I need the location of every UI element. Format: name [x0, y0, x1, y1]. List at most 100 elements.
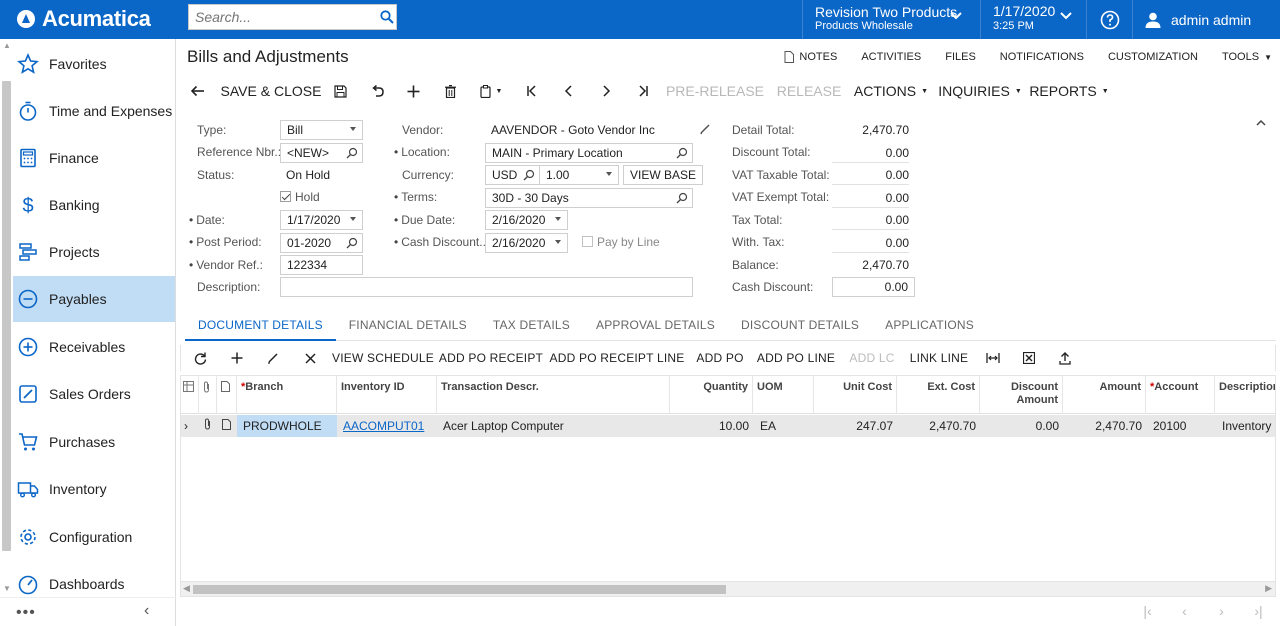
cell-amount[interactable]: 2,470.70	[1063, 415, 1146, 437]
pay-by-line-checkbox[interactable]: Pay by Line	[582, 232, 660, 252]
tab-financial-details[interactable]: FINANCIAL DETAILS	[336, 313, 480, 341]
cell-uom[interactable]: EA	[753, 415, 814, 437]
column-header-account[interactable]: *Account	[1146, 376, 1215, 414]
pager-first-icon[interactable]: |‹	[1140, 603, 1155, 619]
scroll-right-icon[interactable]: ▶	[1265, 583, 1272, 594]
back-button[interactable]	[176, 77, 220, 105]
link-line-button[interactable]: LINK LINE	[903, 345, 975, 371]
add-button[interactable]	[395, 77, 432, 105]
checkbox-unchecked[interactable]	[582, 236, 593, 247]
column-header-uom[interactable]: UOM	[753, 376, 814, 414]
scroll-up-icon[interactable]: ▲	[3, 41, 11, 50]
column-header-quantity[interactable]: Quantity	[670, 376, 753, 414]
first-record-button[interactable]	[513, 77, 550, 105]
search-icon[interactable]	[523, 169, 535, 181]
add-po-line-button[interactable]: ADD PO LINE	[751, 345, 841, 371]
activities-link[interactable]: ACTIVITIES	[861, 51, 921, 63]
date-field[interactable]: 1/17/2020	[280, 210, 363, 230]
add-po-receipt-button[interactable]: ADD PO RECEIPT	[437, 345, 545, 371]
user-menu[interactable]: admin admin	[1133, 0, 1280, 39]
save-close-button[interactable]: SAVE & CLOSE	[220, 77, 322, 105]
table-row[interactable]: › PRODWHOLE AACOMPUT01 Acer Laptop Compu…	[181, 415, 1275, 437]
sidebar-item-receivables[interactable]: Receivables	[13, 324, 175, 370]
sidebar-item-configuration[interactable]: Configuration	[13, 514, 175, 560]
add-lc-button[interactable]: ADD LC	[841, 345, 903, 371]
location-field[interactable]: MAIN - Primary Location	[485, 143, 693, 163]
column-header-transaction-descr[interactable]: Transaction Descr.	[437, 376, 670, 414]
notifications-link[interactable]: NOTIFICATIONS	[1000, 51, 1084, 63]
sidebar-item-finance[interactable]: Finance	[13, 135, 175, 181]
sidebar-item-banking[interactable]: $ Banking	[13, 182, 175, 228]
view-base-button[interactable]: VIEW BASE	[623, 165, 704, 185]
vendor-field[interactable]: AAVENDOR - Goto Vendor Inc	[485, 120, 710, 140]
edit-row-button[interactable]	[255, 345, 291, 371]
cell-quantity[interactable]: 10.00	[670, 415, 753, 437]
terms-field[interactable]: 30D - 30 Days	[485, 188, 693, 208]
row-selector-header[interactable]	[181, 376, 199, 414]
previous-record-button[interactable]	[550, 77, 587, 105]
tools-menu[interactable]: TOOLS ▼	[1222, 51, 1272, 63]
tab-document-details[interactable]: DOCUMENT DETAILS	[185, 313, 336, 341]
search-icon[interactable]	[377, 10, 396, 24]
pre-release-button[interactable]: PRE-RELEASE	[661, 77, 769, 105]
column-header-unit-cost[interactable]: Unit Cost	[814, 376, 897, 414]
column-header-discount-amount[interactable]: Discount Amount	[980, 376, 1063, 414]
help-button[interactable]	[1087, 0, 1132, 39]
hold-checkbox[interactable]: Hold	[280, 187, 320, 207]
column-header-description[interactable]: Description	[1215, 376, 1275, 414]
scroll-left-icon[interactable]: ◀	[183, 583, 190, 594]
upload-button[interactable]	[1047, 345, 1083, 371]
sidebar-item-payables[interactable]: Payables	[13, 276, 175, 322]
tab-discount-details[interactable]: DISCOUNT DETAILS	[728, 313, 872, 341]
fit-columns-button[interactable]	[975, 345, 1011, 371]
reference-nbr-field[interactable]: <NEW>	[280, 143, 363, 163]
description-field[interactable]	[280, 277, 693, 297]
column-header-amount[interactable]: Amount	[1063, 376, 1146, 414]
cell-description[interactable]: Inventory P	[1215, 415, 1275, 437]
search-box[interactable]	[188, 4, 397, 30]
row-expand-icon[interactable]: ›	[181, 415, 199, 437]
column-header-inventory-id[interactable]: Inventory ID	[337, 376, 437, 414]
release-button[interactable]: RELEASE	[769, 77, 849, 105]
acumatica-logo[interactable]: Acumatica	[16, 6, 151, 32]
cell-inventory-id[interactable]: AACOMPUT01	[337, 415, 437, 437]
type-select[interactable]: Bill	[280, 120, 363, 140]
next-record-button[interactable]	[587, 77, 624, 105]
customization-link[interactable]: CUSTOMIZATION	[1108, 51, 1198, 63]
inventory-id-link[interactable]: AACOMPUT01	[343, 419, 424, 433]
search-input[interactable]	[189, 5, 377, 29]
post-period-field[interactable]: 01-2020	[280, 233, 363, 253]
cell-discount-amount[interactable]: 0.00	[980, 415, 1063, 437]
column-header-branch[interactable]: *Branch	[237, 376, 337, 414]
search-icon[interactable]	[676, 192, 688, 204]
business-date-selector[interactable]: 1/17/2020 3:25 PM	[981, 0, 1086, 39]
collapse-sidebar-icon[interactable]: ‹	[144, 602, 149, 620]
collapse-form-button[interactable]	[1256, 115, 1266, 129]
currency-rate-field[interactable]: 1.00	[539, 165, 619, 185]
sidebar-scrollbar[interactable]	[2, 81, 11, 551]
tab-approval-details[interactable]: APPROVAL DETAILS	[583, 313, 728, 341]
search-icon[interactable]	[676, 147, 688, 159]
search-icon[interactable]	[346, 237, 358, 249]
reports-menu[interactable]: REPORTS ▼	[1027, 77, 1111, 105]
pencil-icon[interactable]	[699, 123, 711, 135]
inquiries-menu[interactable]: INQUIRIES ▼	[933, 77, 1027, 105]
pager-next-icon[interactable]: ›	[1214, 603, 1229, 619]
row-note-icon[interactable]	[217, 415, 237, 437]
files-link[interactable]: FILES	[945, 51, 976, 63]
row-attachment-icon[interactable]	[199, 415, 217, 437]
search-icon[interactable]	[346, 147, 358, 159]
save-button[interactable]	[322, 77, 359, 105]
cell-account[interactable]: 20100	[1146, 415, 1215, 437]
cell-branch[interactable]: PRODWHOLE	[237, 415, 337, 437]
add-po-button[interactable]: ADD PO	[689, 345, 751, 371]
add-row-button[interactable]	[219, 345, 255, 371]
scroll-down-icon[interactable]: ▼	[3, 584, 11, 593]
refresh-button[interactable]	[181, 345, 219, 371]
delete-button[interactable]	[432, 77, 469, 105]
vendor-ref-field[interactable]: 122334	[280, 255, 363, 275]
cell-unit-cost[interactable]: 247.07	[814, 415, 897, 437]
company-selector[interactable]: Revision Two Products Products Wholesale	[803, 0, 980, 39]
more-icon[interactable]: •••	[16, 604, 36, 622]
cell-transaction-descr[interactable]: Acer Laptop Computer	[437, 415, 670, 437]
